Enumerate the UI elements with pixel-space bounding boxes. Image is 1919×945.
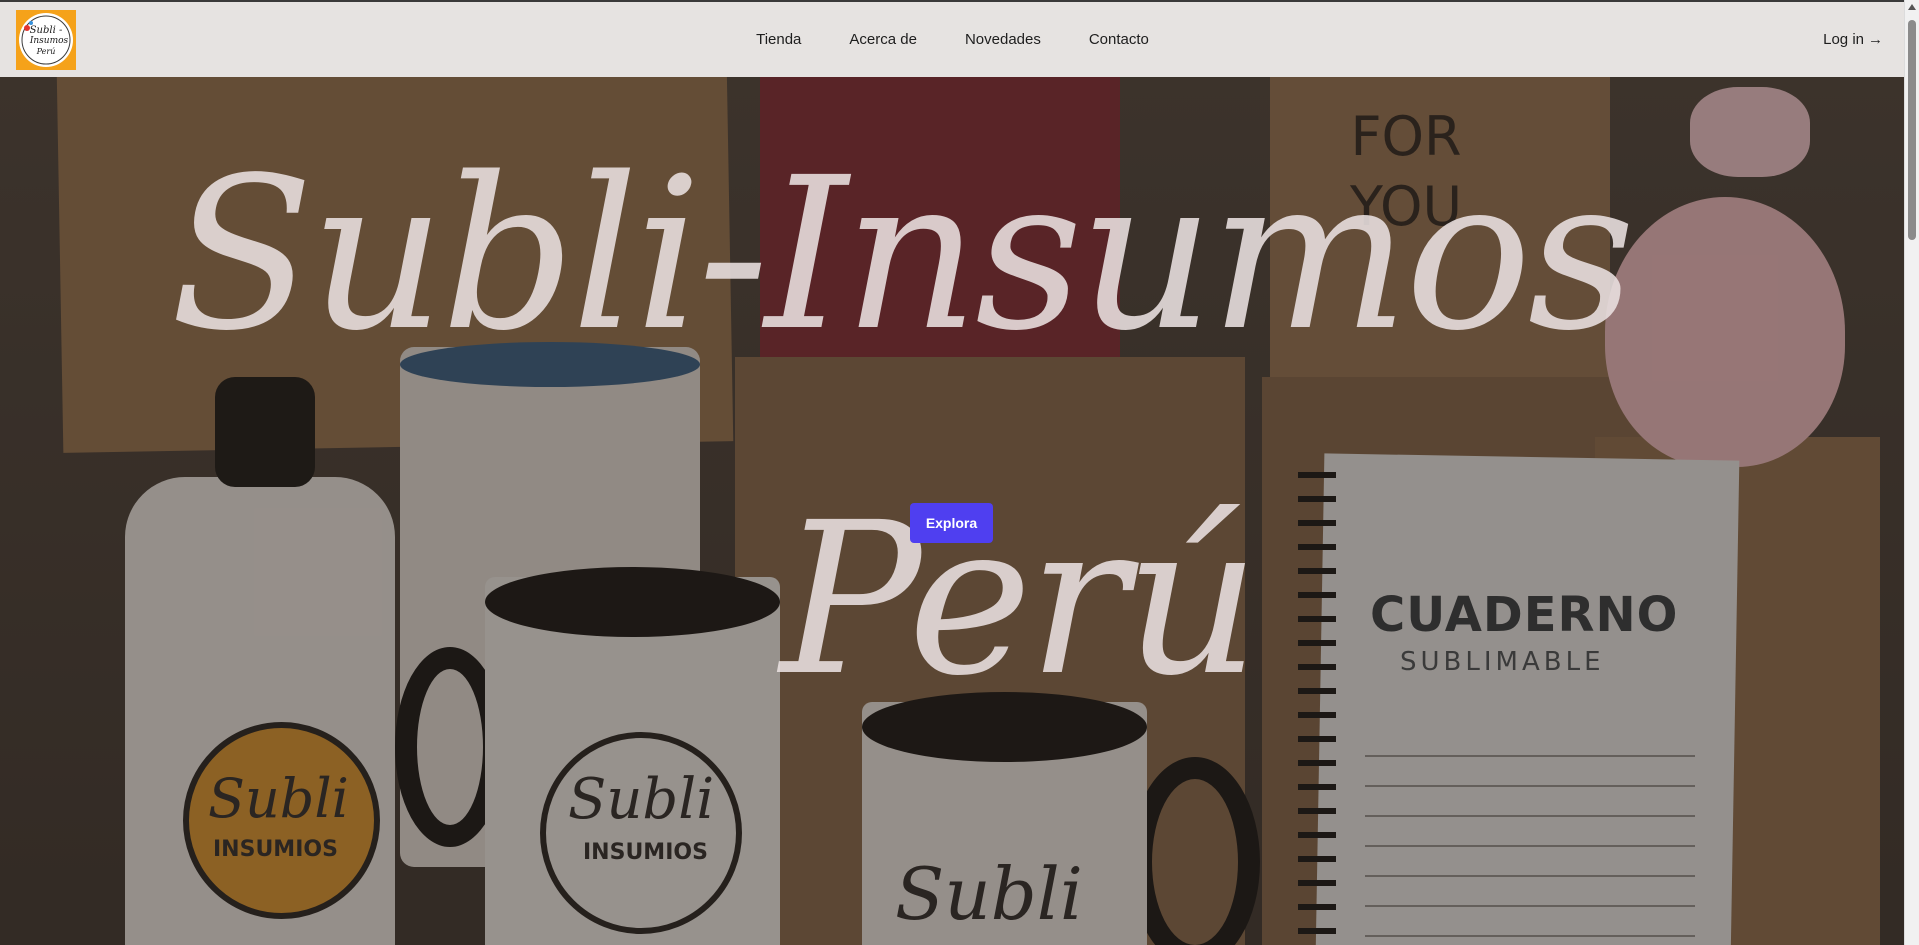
login-link[interactable]: Log in → bbox=[1823, 2, 1883, 77]
nav-link-novedades[interactable]: Novedades bbox=[965, 31, 1041, 48]
hero-subtitle: Perú bbox=[780, 477, 1260, 722]
nav-link-contacto[interactable]: Contacto bbox=[1089, 31, 1149, 48]
explore-button[interactable]: Explora bbox=[910, 503, 993, 543]
login-label: Log in bbox=[1823, 31, 1864, 48]
hero-section: FOR YOU Subli INSUMIOS Subli INSUMIOS Su… bbox=[0, 77, 1905, 945]
nav-link-tienda[interactable]: Tienda bbox=[756, 31, 801, 48]
mug2-text: Subli bbox=[895, 852, 1083, 936]
nav-link-acerca-de[interactable]: Acerca de bbox=[849, 31, 917, 48]
hero-title: Subli-Insumos bbox=[170, 132, 1635, 377]
notebook-title: CUADERNO bbox=[1370, 587, 1679, 643]
bottle-emblem-sub: INSUMIOS bbox=[213, 837, 338, 862]
arrow-right-icon: → bbox=[1868, 31, 1883, 48]
top-navbar: Subli - Insumos Perú Tienda Acerca de No… bbox=[0, 0, 1905, 77]
scroll-thumb[interactable] bbox=[1908, 20, 1916, 240]
page-scrollbar[interactable] bbox=[1904, 0, 1919, 945]
notebook-subtitle: SUBLIMABLE bbox=[1400, 647, 1605, 677]
bottle-emblem-main: Subli bbox=[208, 767, 349, 830]
page: FOR YOU Subli INSUMIOS Subli INSUMIOS Su… bbox=[0, 0, 1919, 945]
main-nav: Tienda Acerca de Novedades Contacto bbox=[0, 2, 1905, 77]
mug-emblem-main: Subli bbox=[568, 767, 715, 832]
scroll-up-icon[interactable] bbox=[1908, 4, 1916, 10]
mug-emblem-sub: INSUMIOS bbox=[583, 840, 708, 865]
